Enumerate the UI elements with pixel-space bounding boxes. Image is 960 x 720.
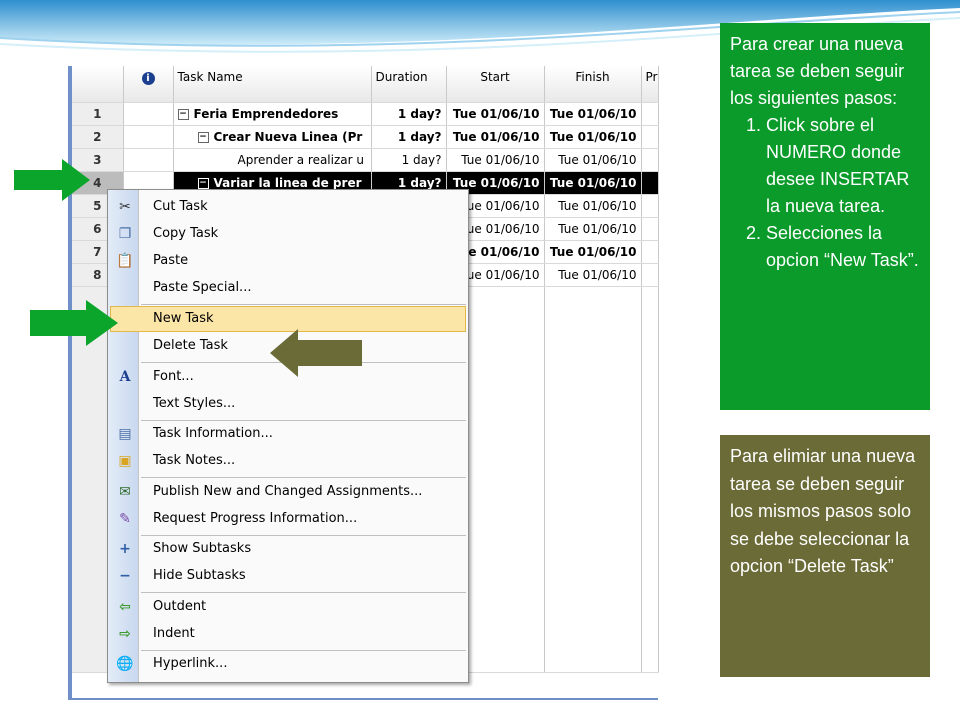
menu-item-paste[interactable]: 📋 Paste <box>110 248 466 274</box>
menu-separator <box>141 304 466 305</box>
menu-item-text-styles[interactable]: Text Styles... <box>110 391 466 417</box>
task-name-cell[interactable]: − Feria Emprendedores <box>173 102 372 126</box>
task-name-text: Crear Nueva Linea (Pr <box>213 130 363 144</box>
table-row[interactable]: 2 − Crear Nueva Linea (Pr 1 day? Tue 01/0… <box>72 125 659 149</box>
step-2: Selecciones la opcion “New Task”. <box>766 220 920 274</box>
start-cell[interactable]: Tue 01/06/10 <box>446 148 545 172</box>
finish-cell[interactable]: Tue 01/06/10 <box>544 148 642 172</box>
menu-item-hide-subtasks[interactable]: − Hide Subtasks <box>110 563 466 589</box>
menu-separator <box>141 592 466 593</box>
task-info-icon: ▤ <box>118 426 132 442</box>
duration-header[interactable]: Duration <box>371 66 447 103</box>
steps-list: Click sobre el NUMERO donde desee INSERT… <box>730 112 920 274</box>
step-1: Click sobre el NUMERO donde desee INSERT… <box>766 112 920 220</box>
plus-icon: + <box>119 541 131 557</box>
request-icon: ✎ <box>119 511 131 527</box>
indicator-cell[interactable] <box>123 148 174 172</box>
olive-arrow-delete-task-icon <box>270 329 362 377</box>
scissors-icon: ✂ <box>119 199 131 215</box>
row-number[interactable]: 1 <box>72 102 124 126</box>
menu-item-task-notes[interactable]: ▣ Task Notes... <box>110 448 466 474</box>
context-menu: ✂ Cut Task ❐ Copy Task 📋 Paste Paste Spe… <box>107 189 469 683</box>
note-icon: ▣ <box>118 453 132 469</box>
green-arrow-row-icon <box>14 159 90 201</box>
finish-cell[interactable]: Tue 01/06/10 <box>544 102 642 126</box>
table-row[interactable]: 3 Aprender a realizar u 1 day? Tue 01/06… <box>72 148 659 172</box>
menu-item-show-subtasks[interactable]: + Show Subtasks <box>110 536 466 562</box>
collapse-icon[interactable]: − <box>197 132 209 143</box>
finish-cell[interactable]: Tue 01/06/10 <box>544 194 642 218</box>
minus-icon: − <box>119 568 131 584</box>
create-task-instructions: Para crear una nueva tarea se deben segu… <box>720 23 930 410</box>
menu-item-indent[interactable]: ⇨ Indent <box>110 621 466 647</box>
hyperlink-icon: 🌐 <box>116 656 134 672</box>
task-name-text: Feria Emprendedores <box>193 107 339 121</box>
paste-icon: 📋 <box>116 253 134 269</box>
start-cell[interactable]: Tue 01/06/10 <box>446 102 545 126</box>
start-header[interactable]: Start <box>446 66 545 103</box>
create-intro-text: Para crear una nueva tarea se deben segu… <box>730 34 905 108</box>
row-header-corner[interactable] <box>72 66 124 103</box>
indicator-cell[interactable] <box>123 102 174 126</box>
menu-item-task-information[interactable]: ▤ Task Information... <box>110 421 466 447</box>
finish-cell[interactable]: Tue 01/06/10 <box>544 217 642 241</box>
finish-cell[interactable]: Tue 01/06/10 <box>544 263 642 287</box>
finish-header[interactable]: Finish <box>544 66 642 103</box>
grid-border <box>68 698 658 700</box>
duration-cell[interactable]: 1 day? <box>371 102 447 126</box>
collapse-icon[interactable]: − <box>177 109 189 120</box>
info-icon: i <box>141 72 155 85</box>
font-icon: A <box>119 369 131 385</box>
menu-item-paste-special[interactable]: Paste Special... <box>110 275 466 301</box>
menu-item-request-progress[interactable]: ✎ Request Progress Information... <box>110 506 466 532</box>
pr-cell[interactable] <box>641 125 659 149</box>
indicator-column-header[interactable]: i <box>123 66 174 103</box>
menu-separator <box>141 477 466 478</box>
start-cell[interactable]: Tue 01/06/10 <box>446 125 545 149</box>
pr-cell[interactable] <box>641 148 659 172</box>
pr-cell[interactable] <box>641 171 659 195</box>
menu-item-cut-task[interactable]: ✂ Cut Task <box>110 194 466 220</box>
pr-cell[interactable] <box>641 102 659 126</box>
predecessors-header[interactable]: Pr <box>641 66 659 103</box>
green-arrow-new-task-icon <box>30 300 118 346</box>
finish-cell[interactable]: Tue 01/06/10 <box>544 240 642 264</box>
task-name-header[interactable]: Task Name <box>173 66 372 103</box>
task-name-text: Variar la linea de prer <box>213 176 362 190</box>
indicator-cell[interactable] <box>123 125 174 149</box>
delete-task-instructions: Para elimiar una nueva tarea se deben se… <box>720 435 930 677</box>
menu-item-copy-task[interactable]: ❐ Copy Task <box>110 221 466 247</box>
delete-note-text: Para elimiar una nueva tarea se deben se… <box>730 446 916 576</box>
menu-item-hyperlink[interactable]: 🌐 Hyperlink... <box>110 651 466 677</box>
menu-item-publish-assignments[interactable]: ✉ Publish New and Changed Assignments... <box>110 479 466 505</box>
copy-icon: ❐ <box>118 226 132 242</box>
menu-item-outdent[interactable]: ⇦ Outdent <box>110 594 466 620</box>
collapse-icon[interactable]: − <box>197 178 209 189</box>
task-name-cell[interactable]: − Crear Nueva Linea (Pr <box>173 125 372 149</box>
row-number[interactable]: 2 <box>72 125 124 149</box>
finish-cell[interactable]: Tue 01/06/10 <box>544 171 642 195</box>
task-name-cell[interactable]: Aprender a realizar u <box>173 148 372 172</box>
finish-cell[interactable]: Tue 01/06/10 <box>544 125 642 149</box>
outdent-arrow-icon: ⇦ <box>119 599 131 615</box>
indent-arrow-icon: ⇨ <box>119 626 131 642</box>
table-row[interactable]: 1 − Feria Emprendedores 1 day? Tue 01/06/… <box>72 102 659 126</box>
duration-cell[interactable]: 1 day? <box>371 148 447 172</box>
publish-icon: ✉ <box>119 484 131 500</box>
duration-cell[interactable]: 1 day? <box>371 125 447 149</box>
